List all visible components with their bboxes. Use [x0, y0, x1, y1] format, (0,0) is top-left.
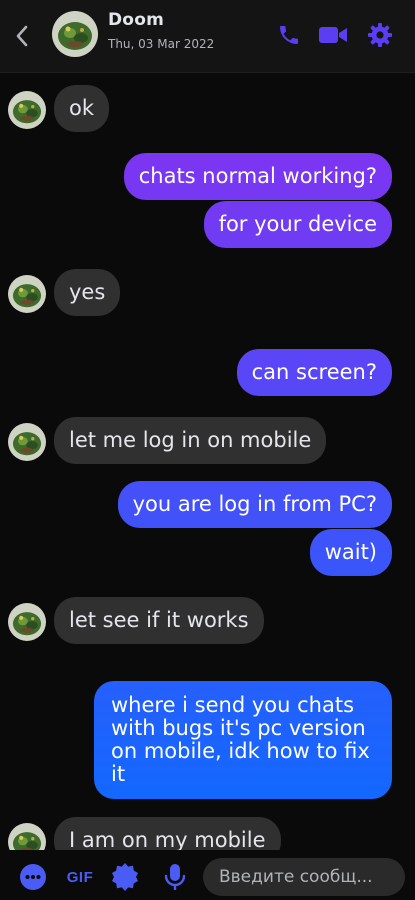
phone-icon: [280, 26, 298, 44]
outgoing-message-bubble[interactable]: for your device: [203, 201, 392, 248]
more-dots-icon: [20, 864, 46, 890]
outgoing-message-bubble[interactable]: can screen?: [236, 349, 392, 396]
contact-avatar[interactable]: [8, 603, 46, 641]
more-actions-button[interactable]: [18, 862, 48, 892]
incoming-message-bubble[interactable]: let me log in on mobile: [54, 417, 327, 464]
incoming-message-bubble[interactable]: yes: [54, 269, 121, 316]
contact-avatar[interactable]: [8, 823, 46, 850]
outgoing-message-bubble[interactable]: chats normal working?: [123, 153, 392, 200]
gif-button[interactable]: GIF: [62, 862, 98, 892]
video-call-button[interactable]: [318, 20, 348, 50]
message-list[interactable]: ok chats normal working? for your device ye…: [0, 73, 415, 850]
back-button[interactable]: [10, 22, 34, 50]
settings-button[interactable]: [365, 20, 395, 50]
contact-avatar[interactable]: [8, 91, 46, 129]
call-button[interactable]: [274, 20, 304, 50]
incoming-message-bubble[interactable]: I am on my mobile: [54, 817, 281, 850]
outgoing-message-bubble[interactable]: wait): [309, 529, 392, 576]
message-input[interactable]: [203, 858, 405, 896]
contact-avatar[interactable]: [8, 423, 46, 461]
message-composer: GIF: [0, 852, 415, 900]
incoming-message-bubble[interactable]: let see if it works: [54, 597, 264, 644]
microphone-icon: [164, 864, 186, 890]
chat-header: Doom Thu, 03 Mar 2022: [0, 0, 415, 73]
incoming-message-bubble[interactable]: ok: [54, 85, 110, 132]
sticker-icon: [112, 863, 138, 891]
gear-icon: [368, 23, 392, 47]
outgoing-message-bubble[interactable]: you are log in from PC?: [117, 481, 392, 528]
last-seen-date: Thu, 03 Mar 2022: [108, 37, 215, 51]
outgoing-message-bubble[interactable]: where i send you chats with bugs it's pc…: [94, 681, 392, 799]
contact-avatar[interactable]: [8, 275, 46, 313]
sticker-button[interactable]: [110, 862, 140, 892]
video-camera-icon: [319, 27, 347, 43]
gif-label: GIF: [66, 868, 94, 886]
voice-message-button[interactable]: [160, 862, 190, 892]
contact-avatar[interactable]: [52, 11, 98, 57]
contact-name[interactable]: Doom: [108, 10, 164, 30]
chevron-left-icon: [16, 25, 28, 47]
